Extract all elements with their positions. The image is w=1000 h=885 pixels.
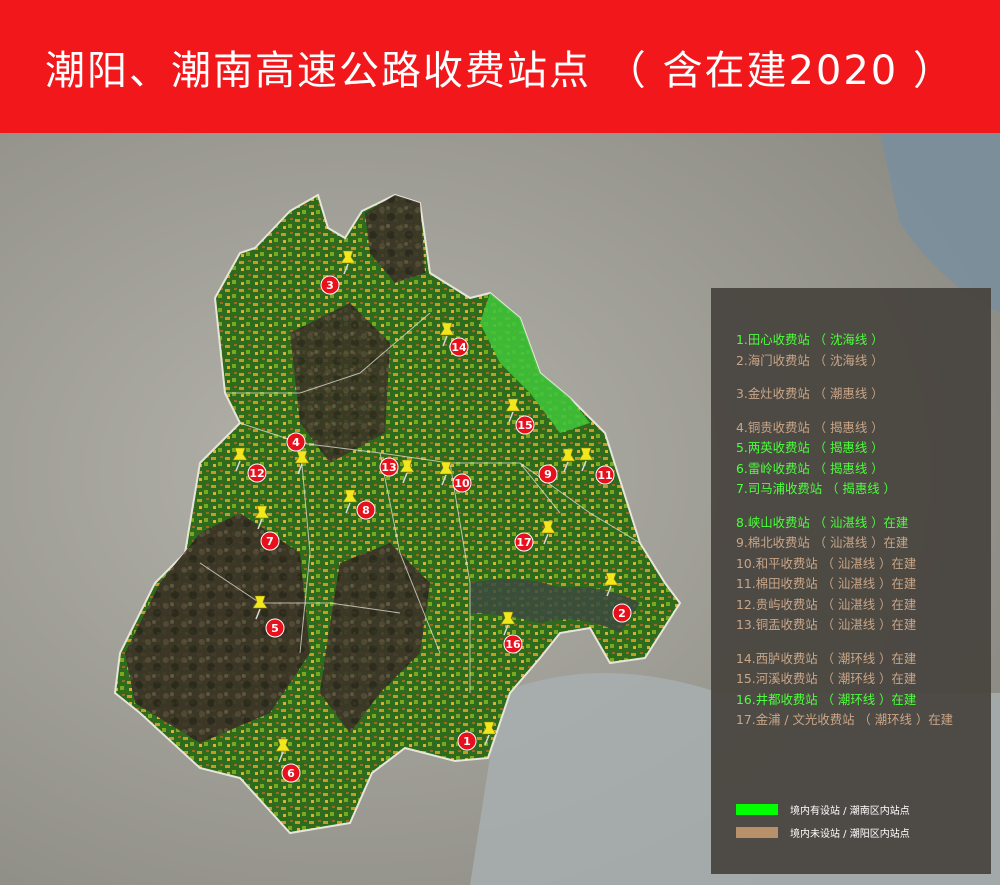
marker-label: 12	[249, 467, 264, 480]
legend-item: 11.棉田收费站 （ 汕湛线 ）在建	[736, 576, 917, 591]
station-marker-8[interactable]: 8	[356, 500, 376, 520]
marker-label: 10	[454, 477, 470, 490]
marker-label: 2	[618, 607, 626, 620]
marker-label: 17	[516, 536, 531, 549]
station-marker-15[interactable]: 15	[515, 415, 535, 435]
marker-label: 14	[451, 341, 467, 354]
marker-label: 5	[271, 622, 279, 635]
legend-group: 4.铜贵收费站 （ 揭惠线 ） 5.两英收费站 （ 揭惠线 ） 6.雷岭收费站 （ …	[736, 418, 991, 500]
legend-key-tan: 境内未设站 / 潮阳区内站点	[736, 825, 910, 840]
marker-label: 8	[362, 504, 370, 517]
station-marker-12[interactable]: 12	[247, 463, 267, 483]
marker-label: 13	[381, 461, 396, 474]
legend-key-label: 境内未设站 / 潮阳区内站点	[790, 829, 910, 840]
station-marker-11[interactable]: 11	[595, 465, 615, 485]
legend-item: 2.海门收费站 （ 沈海线 ）	[736, 352, 884, 368]
station-marker-17[interactable]: 17	[514, 532, 534, 552]
station-marker-9[interactable]: 9	[538, 464, 558, 484]
station-marker-5[interactable]: 5	[265, 618, 285, 638]
station-marker-14[interactable]: 14	[449, 337, 469, 357]
legend-item: 5.两英收费站 （ 揭惠线 ）	[736, 440, 884, 455]
legend-panel: 1.田心收费站 （ 沈海线 ） 2.海门收费站 （ 沈海线 ） 3.金灶收费站 （ …	[711, 288, 991, 874]
station-marker-2[interactable]: 2	[612, 603, 632, 623]
marker-label: 6	[287, 767, 295, 780]
marker-label: 9	[544, 468, 552, 481]
marker-label: 11	[597, 469, 612, 482]
legend-item: 1.田心收费站 （ 沈海线 ）	[736, 332, 884, 347]
legend-item: 6.雷岭收费站 （ 揭惠线 ）	[736, 460, 884, 476]
legend-group: 14.西胪收费站 （ 潮环线 ）在建 15.河溪收费站 （ 潮环线 ）在建 16.井…	[736, 649, 991, 731]
legend-key-green: 境内有设站 / 潮南区内站点	[736, 802, 910, 817]
legend-item: 4.铜贵收费站 （ 揭惠线 ）	[736, 419, 884, 435]
legend-group: 1.田心收费站 （ 沈海线 ） 2.海门收费站 （ 沈海线 ）	[736, 330, 991, 371]
legend-group: 8.峡山收费站 （ 汕湛线 ）在建 9.棉北收费站 （ 汕湛线 ）在建 10.和平收…	[736, 513, 991, 636]
marker-label: 16	[505, 638, 521, 651]
legend-item: 13.铜盂收费站 （ 汕湛线 ）在建	[736, 617, 917, 632]
station-marker-10[interactable]: 10	[452, 473, 472, 493]
station-marker-3[interactable]: 3	[320, 275, 340, 295]
legend-item: 15.河溪收费站 （ 潮环线 ）在建	[736, 671, 917, 686]
legend-item: 7.司马浦收费站 （ 揭惠线 ）	[736, 481, 896, 496]
marker-label: 3	[326, 279, 334, 292]
station-marker-1[interactable]: 1	[457, 731, 477, 751]
legend-item: 16.井都收费站 （ 潮环线 ）在建	[736, 691, 917, 707]
legend-item: 12.贵屿收费站 （ 汕湛线 ）在建	[736, 596, 917, 612]
legend-item: 10.和平收费站 （ 汕湛线 ）在建	[736, 555, 917, 571]
station-marker-16[interactable]: 16	[503, 634, 523, 654]
marker-label: 15	[517, 419, 532, 432]
legend-item: 17.金浦 / 文光收费站 （ 潮环线 ）在建	[736, 712, 954, 727]
legend-swatch-tan	[736, 827, 778, 838]
station-marker-13[interactable]: 13	[379, 457, 399, 477]
title-bar: 潮阳、潮南高速公路收费站点 （ 含在建2020 ）	[0, 0, 1000, 133]
legend-item: 3.金灶收费站 （ 潮惠线 ）	[736, 386, 884, 401]
station-marker-6[interactable]: 6	[281, 763, 301, 783]
marker-label: 4	[292, 436, 300, 449]
station-marker-7[interactable]: 7	[260, 531, 280, 551]
legend-key-label: 境内有设站 / 潮南区内站点	[790, 806, 910, 817]
legend-item: 9.棉北收费站 （ 汕湛线 ）在建	[736, 535, 909, 550]
marker-label: 1	[463, 735, 471, 748]
station-marker-4[interactable]: 4	[286, 432, 306, 452]
legend-list: 1.田心收费站 （ 沈海线 ） 2.海门收费站 （ 沈海线 ） 3.金灶收费站 （ …	[736, 330, 991, 731]
legend-group: 3.金灶收费站 （ 潮惠线 ）	[736, 384, 991, 405]
legend-item: 14.西胪收费站 （ 潮环线 ）在建	[736, 650, 917, 666]
legend-item: 8.峡山收费站 （ 汕湛线 ）在建	[736, 514, 909, 530]
legend-swatch-green	[736, 804, 778, 815]
marker-label: 7	[266, 535, 274, 548]
map-title: 潮阳、潮南高速公路收费站点 （ 含在建2020 ）	[45, 47, 955, 94]
